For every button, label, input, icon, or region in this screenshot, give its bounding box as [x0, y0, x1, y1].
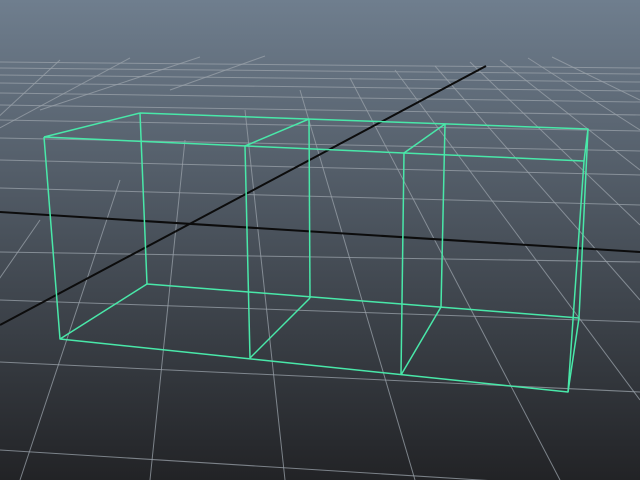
box-subdivision-edge[interactable]	[308, 118, 311, 299]
viewport-background	[0, 0, 640, 480]
perspective-viewport[interactable]	[0, 0, 640, 480]
viewport-canvas[interactable]	[0, 0, 640, 480]
